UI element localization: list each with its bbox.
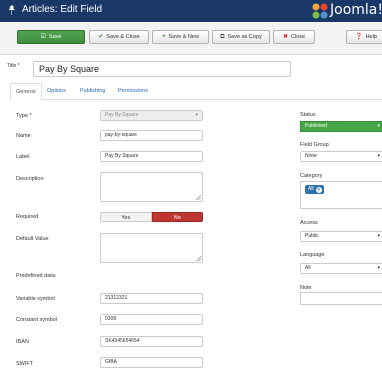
category-multiselect[interactable]: All ✕ (300, 181, 382, 209)
app-header: Articles: Edit Field Joomla! (0, 0, 382, 22)
category-chip: All ✕ (305, 185, 324, 194)
label-input[interactable]: Pay By Square (100, 151, 203, 162)
iban-input[interactable]: SK4545654654 (100, 336, 203, 347)
tab-options[interactable]: Options (42, 83, 71, 100)
title-label: Title * (7, 63, 20, 69)
brand-name: Joomla! (330, 2, 382, 18)
field-group-label: Field Group (300, 142, 329, 148)
language-label: Language (300, 252, 325, 258)
save-new-button[interactable]: + Save & New (152, 30, 209, 44)
remove-chip-icon[interactable]: ✕ (315, 186, 322, 193)
tab-publishing[interactable]: Publishing (75, 83, 110, 100)
field-group-select[interactable]: None ▾ (300, 151, 382, 162)
plus-icon: + (162, 34, 166, 40)
status-label: Status (300, 112, 316, 118)
joomla-logo-icon (312, 3, 328, 19)
category-chip-label: All (308, 186, 314, 192)
description-label: Description (16, 176, 44, 182)
language-value: All (305, 265, 311, 271)
type-value: Pay By Square (105, 112, 139, 118)
note-label: Note (300, 285, 312, 291)
access-label: Access (300, 220, 318, 226)
save-button-label: Save (48, 34, 62, 40)
help-icon: ❓ (355, 34, 363, 40)
type-label: Type * (16, 113, 32, 119)
type-select: Pay By Square ▾ (100, 110, 203, 121)
label-label: Label (16, 154, 30, 160)
help-button[interactable]: ❓ Help (346, 30, 382, 44)
save-copy-label: Save as Copy (227, 34, 262, 40)
save-close-button[interactable]: ✔ Save & Close (89, 30, 149, 44)
language-select[interactable]: All ▾ (300, 263, 382, 274)
required-toggle: Yes No (100, 212, 203, 222)
tab-bar: General Options Publishing Permissions (10, 83, 382, 100)
toolbar: ☑ Save ✔ Save & Close + Save & New ⧉ Sav… (0, 22, 382, 55)
chevron-down-icon: ▾ (195, 112, 198, 118)
check-icon: ✔ (98, 34, 104, 40)
swift-input[interactable]: GIBA (100, 357, 203, 368)
iban-label: IBAN (16, 339, 29, 345)
predefined-data-label: Predefined data: (16, 273, 57, 279)
save-button[interactable]: ☑ Save (17, 30, 85, 44)
status-select[interactable]: Published ▾ (300, 121, 382, 132)
help-label: Help (365, 34, 377, 40)
required-no-button[interactable]: No (151, 212, 203, 222)
default-value-label: Default Value (16, 236, 49, 242)
variable-symbol-input[interactable]: 21312321 (100, 293, 203, 304)
constant-symbol-input[interactable]: 0308 (100, 314, 203, 325)
resize-grip-icon[interactable] (196, 256, 201, 261)
status-value: Published (305, 123, 327, 129)
resize-grip-icon[interactable] (196, 195, 201, 200)
chevron-down-icon: ▾ (377, 123, 380, 129)
field-group-value: None (305, 153, 317, 159)
tab-permissions[interactable]: Permissions (113, 83, 153, 100)
chevron-down-icon: ▾ (377, 153, 380, 159)
pin-icon (8, 5, 15, 15)
page-title: Articles: Edit Field (22, 4, 103, 15)
required-label: Required (16, 214, 39, 220)
name-input[interactable]: pay-by-square (100, 130, 203, 141)
access-value: Public (305, 233, 319, 239)
copy-icon: ⧉ (220, 34, 225, 40)
category-label: Category (300, 173, 323, 179)
save-new-label: Save & New (168, 34, 199, 40)
close-icon: ✖ (282, 34, 288, 40)
chevron-down-icon: ▾ (377, 233, 380, 239)
note-input[interactable] (300, 292, 382, 305)
access-select[interactable]: Public ▾ (300, 231, 382, 242)
save-close-label: Save & Close (106, 34, 140, 40)
required-yes-button[interactable]: Yes (100, 212, 152, 222)
constant-symbol-label: Constant symbol (16, 317, 57, 323)
swift-label: SWIFT (16, 361, 34, 367)
title-input[interactable]: Pay By Square (33, 61, 291, 77)
close-label: Close (290, 34, 306, 40)
variable-symbol-label: Variable symbol (16, 296, 55, 302)
name-label: Name (16, 133, 31, 139)
close-button[interactable]: ✖ Close (273, 30, 315, 44)
description-textarea[interactable] (100, 172, 203, 202)
save-icon: ☑ (40, 34, 46, 40)
tab-general[interactable]: General (10, 83, 42, 100)
default-value-textarea[interactable] (100, 233, 203, 263)
chevron-down-icon: ▾ (377, 265, 380, 271)
save-copy-button[interactable]: ⧉ Save as Copy (212, 30, 270, 44)
